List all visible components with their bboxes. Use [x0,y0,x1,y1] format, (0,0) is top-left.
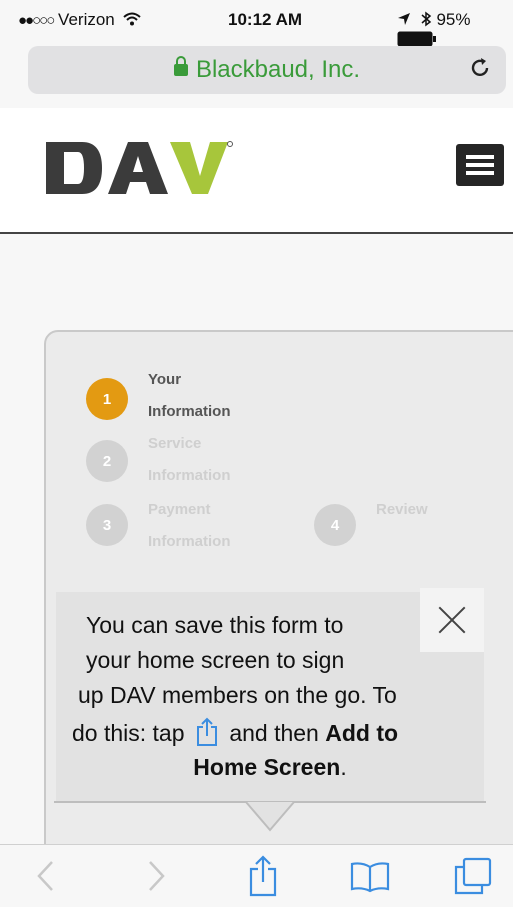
carrier-info: ●●○○○ Verizon [18,10,142,30]
forward-icon[interactable] [144,859,168,893]
site-header [0,108,513,234]
step-3-circle[interactable]: 3 [86,504,128,546]
signal-strength-icon: ●●○○○ [18,12,55,29]
step-1-label-line2: Information [148,403,231,420]
step-3-label-line2: Information [148,533,231,550]
wifi-icon [123,12,142,26]
tooltip-and-then-text: and then [229,720,319,746]
tooltip-text-line4: do this: tap and then Add to [72,717,398,747]
step-4-label-line1: Review [376,501,428,518]
step-3-label[interactable]: Payment Information [148,494,231,558]
step-2-circle[interactable]: 2 [86,440,128,482]
step-2-label-line2: Information [148,467,231,484]
share-icon [196,717,217,746]
url-display[interactable]: Blackbaud, Inc. [28,56,506,84]
battery-icon [397,31,436,47]
tooltip-text-line2: your home screen to sign [86,647,345,673]
bluetooth-icon [421,11,431,27]
url-domain: Blackbaud, Inc. [195,56,361,83]
step-2-label-line1: Service [148,435,202,452]
safari-toolbar [0,844,513,907]
step-1-circle[interactable]: 1 [86,378,128,420]
step-4-circle[interactable]: 4 [314,504,356,546]
bookmarks-icon[interactable] [350,861,390,893]
tooltip-tap-text: do this: tap [72,720,185,746]
carrier-name: Verizon [58,10,115,29]
tooltip-home-screen-text: Home Screen [193,754,341,780]
battery-info: 95% [397,10,513,50]
battery-percent: 95% [436,10,471,29]
tooltip-add-to-text: Add to [325,720,399,746]
tooltip-close-button[interactable] [420,588,484,652]
step-3-label-line1: Payment [148,501,211,518]
step-4-label[interactable]: Review [376,494,428,526]
tooltip-text-line1: You can save this form to [86,612,344,638]
tooltip-text-line3: up DAV members on the go. To [78,682,397,708]
status-bar: ●●○○○ Verizon 10:12 AM 95% [0,0,513,47]
step-1-label-line1: Your [148,371,182,388]
hamburger-menu-button[interactable] [456,144,504,186]
back-icon[interactable] [34,859,58,893]
tooltip-period: . [340,754,347,780]
tooltip-text-line5: Home Screen. [0,754,513,781]
logo-graphic [46,141,233,194]
tabs-icon[interactable] [454,857,492,895]
tooltip-pointer [54,801,486,832]
address-bar[interactable]: Blackbaud, Inc. [28,46,506,94]
location-arrow-icon [398,13,410,25]
share-icon[interactable] [248,855,278,897]
step-1-label[interactable]: Your Information [148,364,231,428]
lock-icon [173,56,188,76]
status-time: 10:12 AM [228,10,303,29]
step-2-label[interactable]: Service Information [148,428,231,492]
reload-icon[interactable] [468,56,492,87]
dav-logo[interactable] [44,138,234,205]
